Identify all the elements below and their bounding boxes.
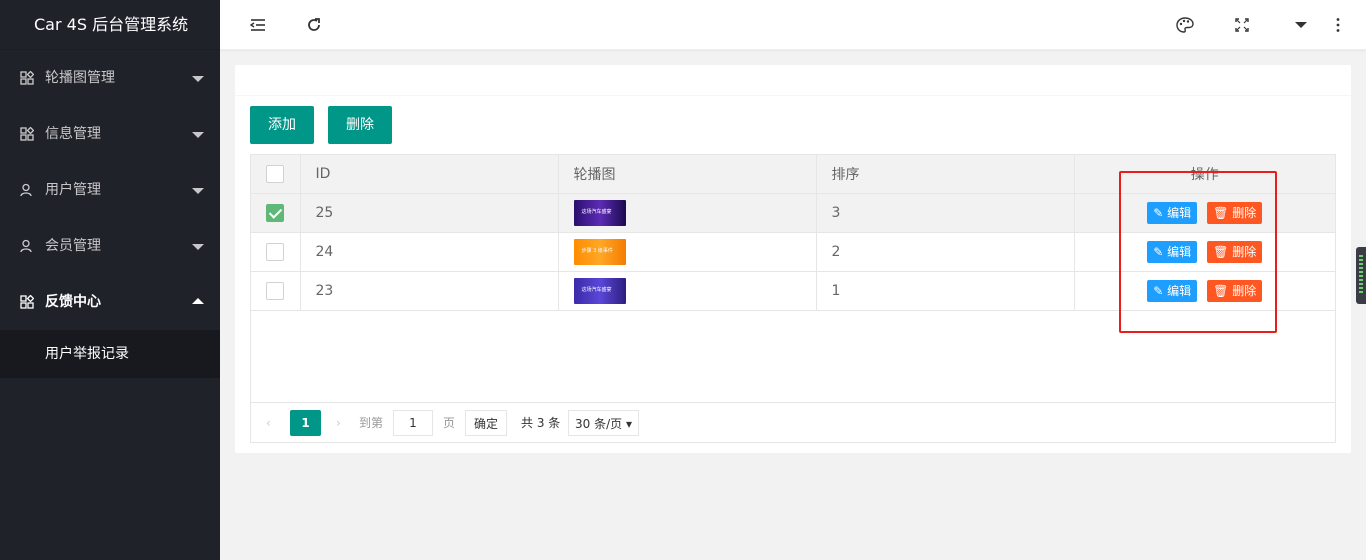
carousel-thumbnail[interactable]: 这场汽车盛宴 <box>573 277 626 304</box>
chevron-down-icon <box>192 132 204 138</box>
pagination: ‹ 1 › 到第 1 页 确定 共 3 条 30 条/页 ▾ <box>250 402 1336 443</box>
current-page[interactable]: 1 <box>290 410 321 436</box>
sidebar: Car 4S 后台管理系统 轮播图管理 信息管理 用户管理 会员管理 反馈中心 … <box>0 0 220 560</box>
grid-icon <box>20 295 34 309</box>
user-icon <box>20 183 32 197</box>
total-count: 共 3 条 <box>521 416 561 430</box>
table-row: 24 步骤 3 级事件 2 ✎ 编辑 🗑 删除 <box>251 232 1335 272</box>
table-row: 23 这场汽车盛宴 1 ✎ 编辑 🗑 删除 <box>251 271 1335 311</box>
chevron-down-icon <box>192 76 204 82</box>
table-row: 25 这场汽车盛宴 3 ✎ 编辑 🗑 删除 <box>251 193 1335 233</box>
more-icon[interactable] <box>1328 15 1348 35</box>
dropdown-arrow-icon: ▾ <box>625 417 632 431</box>
submenu-item-report-records[interactable]: 用户举报记录 <box>0 330 220 378</box>
prev-page-icon[interactable]: ‹ <box>266 410 271 436</box>
row-checkbox[interactable] <box>266 281 284 300</box>
delete-row-button[interactable]: 🗑 删除 <box>1207 201 1263 224</box>
cell-id: 25 <box>300 193 559 233</box>
chevron-down-icon <box>192 188 204 194</box>
page-number-input[interactable]: 1 <box>393 410 433 436</box>
row-checkbox[interactable] <box>266 242 284 261</box>
row-checkbox[interactable] <box>266 203 284 222</box>
pencil-icon: ✎ <box>1153 244 1164 259</box>
side-widget-handle[interactable] <box>1356 247 1366 304</box>
page-suffix: 页 <box>443 416 456 430</box>
delete-row-button[interactable]: 🗑 删除 <box>1207 240 1263 263</box>
chevron-down-icon <box>192 244 204 250</box>
submenu: 用户举报记录 <box>0 330 220 378</box>
trash-icon: 🗑 <box>1213 205 1229 220</box>
cell-sort: 1 <box>816 271 1075 311</box>
next-page-icon[interactable]: › <box>336 410 341 436</box>
cell-sort: 2 <box>816 232 1075 272</box>
column-header-image: 轮播图 <box>558 155 817 194</box>
pencil-icon: ✎ <box>1153 283 1164 298</box>
sidebar-item-users[interactable]: 用户管理 <box>0 162 220 218</box>
edit-button[interactable]: ✎ 编辑 <box>1147 240 1198 263</box>
header <box>220 0 1366 50</box>
sidebar-item-carousel[interactable]: 轮播图管理 <box>0 50 220 106</box>
chevron-up-icon <box>192 298 204 304</box>
delete-button[interactable]: 删除 <box>328 106 392 144</box>
carousel-thumbnail[interactable]: 这场汽车盛宴 <box>573 199 626 226</box>
select-all-checkbox[interactable] <box>266 164 284 183</box>
pencil-icon: ✎ <box>1153 205 1164 220</box>
column-header-actions: 操作 <box>1074 155 1335 194</box>
sidebar-item-info[interactable]: 信息管理 <box>0 106 220 162</box>
carousel-thumbnail[interactable]: 步骤 3 级事件 <box>573 238 626 265</box>
sidebar-item-feedback[interactable]: 反馈中心 <box>0 274 220 330</box>
app-title: Car 4S 后台管理系统 <box>0 0 220 50</box>
trash-icon: 🗑 <box>1213 244 1229 259</box>
cell-id: 23 <box>300 271 559 311</box>
data-table: ID 轮播图 排序 操作 25 这场汽车盛宴 3 ✎ 编辑 🗑 删除 24 步骤 … <box>250 154 1336 443</box>
sidebar-item-label: 会员管理 <box>45 238 101 254</box>
confirm-button[interactable]: 确定 <box>465 410 508 436</box>
trash-icon: 🗑 <box>1213 283 1229 298</box>
fullscreen-icon[interactable] <box>1232 15 1252 35</box>
page-size-select[interactable]: 30 条/页 ▾ <box>568 410 639 436</box>
cell-sort: 3 <box>816 193 1075 233</box>
theme-palette-icon[interactable] <box>1175 15 1195 35</box>
add-button[interactable]: 添加 <box>250 106 314 144</box>
menu-fold-icon[interactable] <box>248 15 268 35</box>
card-header <box>235 65 1351 96</box>
edit-button[interactable]: ✎ 编辑 <box>1147 201 1198 224</box>
column-header-sort: 排序 <box>816 155 1075 194</box>
cell-id: 24 <box>300 232 559 272</box>
goto-label: 到第 <box>359 416 384 430</box>
sidebar-item-label: 信息管理 <box>45 126 101 142</box>
grid-icon <box>20 127 34 141</box>
delete-row-button[interactable]: 🗑 删除 <box>1207 279 1263 302</box>
table-header-row: ID 轮播图 排序 操作 <box>251 155 1335 194</box>
select-all-cell <box>251 155 301 194</box>
sidebar-item-members[interactable]: 会员管理 <box>0 218 220 274</box>
column-header-id: ID <box>300 155 559 194</box>
edit-button[interactable]: ✎ 编辑 <box>1147 279 1198 302</box>
sidebar-item-label: 用户管理 <box>45 182 101 198</box>
user-icon <box>20 239 32 253</box>
sidebar-item-label: 反馈中心 <box>45 294 101 310</box>
refresh-icon[interactable] <box>304 15 324 35</box>
sidebar-item-label: 轮播图管理 <box>45 70 115 86</box>
grid-icon <box>20 71 34 85</box>
user-dropdown-icon[interactable] <box>1291 15 1311 35</box>
